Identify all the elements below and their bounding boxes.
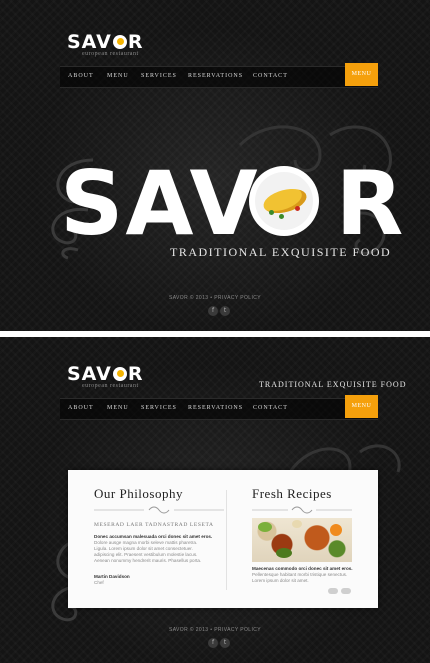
nav-contact[interactable]: CONTACT [253, 405, 288, 411]
fresh-recipes-image[interactable] [252, 518, 352, 562]
logo-tagline: european restaurant [82, 51, 139, 57]
slider-next-button[interactable] [341, 588, 351, 594]
slider-prev-button[interactable] [328, 588, 338, 594]
recipes-text-line: Lorem ipsum dolor sit amet. [252, 578, 309, 583]
content-card: Our Philosophy MESERAD LAER TADNASTRAD L… [68, 470, 378, 608]
footer-copyright[interactable]: SAVOR © 2013 • PRIVACY POLICY [0, 627, 430, 633]
ornament-icon [252, 506, 352, 514]
hero-title: SAV R [60, 160, 405, 248]
twitter-icon[interactable]: t [220, 306, 230, 316]
philosophy-title: Our Philosophy [94, 486, 183, 501]
nav-contact[interactable]: CONTACT [253, 73, 288, 79]
recipes-title: Fresh Recipes [252, 486, 332, 501]
logo-tagline: european restaurant [82, 383, 139, 389]
nav-reservations[interactable]: RESERVATIONS [188, 73, 243, 79]
nav-menu[interactable]: MENU [107, 405, 129, 411]
nav-menu[interactable]: MENU [107, 73, 129, 79]
homepage-panel: SAV R european restaurant ABOUT MENU SERV… [0, 0, 430, 331]
footer-copyright[interactable]: SAVOR © 2013 • PRIVACY POLICY [0, 295, 430, 301]
logo-text-left: SAV [67, 363, 112, 385]
column-divider [226, 490, 227, 590]
ornament-icon [94, 506, 224, 514]
logo-text-right: R [127, 363, 144, 385]
facebook-icon[interactable]: f [208, 306, 218, 316]
author-role: Chef [94, 580, 104, 585]
hero-subtitle: TRADITIONAL EXQUISITE FOOD [170, 245, 392, 259]
nav-reservations[interactable]: RESERVATIONS [188, 405, 243, 411]
egg-icon [112, 35, 127, 49]
philosophy-text-line: Aenean nonummy hendrerit mauris. Phasell… [94, 558, 202, 563]
logo-text-right: R [127, 31, 144, 53]
hero-title-right: R [335, 152, 406, 255]
logo-text-left: SAV [67, 31, 112, 53]
logo[interactable]: SAV R [67, 33, 143, 52]
menu-button[interactable]: MENU [345, 395, 378, 418]
nav-services[interactable]: SERVICES [141, 73, 177, 79]
header-tagline: TRADITIONAL EXQUISITE FOOD [259, 380, 407, 389]
nav-about[interactable]: ABOUT [68, 73, 94, 79]
main-nav: ABOUT MENU SERVICES RESERVATIONS CONTACT… [60, 63, 378, 88]
facebook-icon[interactable]: f [208, 638, 218, 648]
egg-icon [112, 367, 127, 381]
nav-about[interactable]: ABOUT [68, 405, 94, 411]
hero-title-left: SAV [60, 152, 260, 255]
main-nav: ABOUT MENU SERVICES RESERVATIONS CONTACT… [60, 395, 378, 420]
nav-services[interactable]: SERVICES [141, 405, 177, 411]
logo[interactable]: SAV R [67, 365, 143, 384]
omelet-plate-image [249, 166, 319, 236]
philosophy-subheading: MESERAD LAER TADNASTRAD LESETA [94, 522, 214, 528]
menu-button[interactable]: MENU [345, 63, 378, 86]
twitter-icon[interactable]: t [220, 638, 230, 648]
